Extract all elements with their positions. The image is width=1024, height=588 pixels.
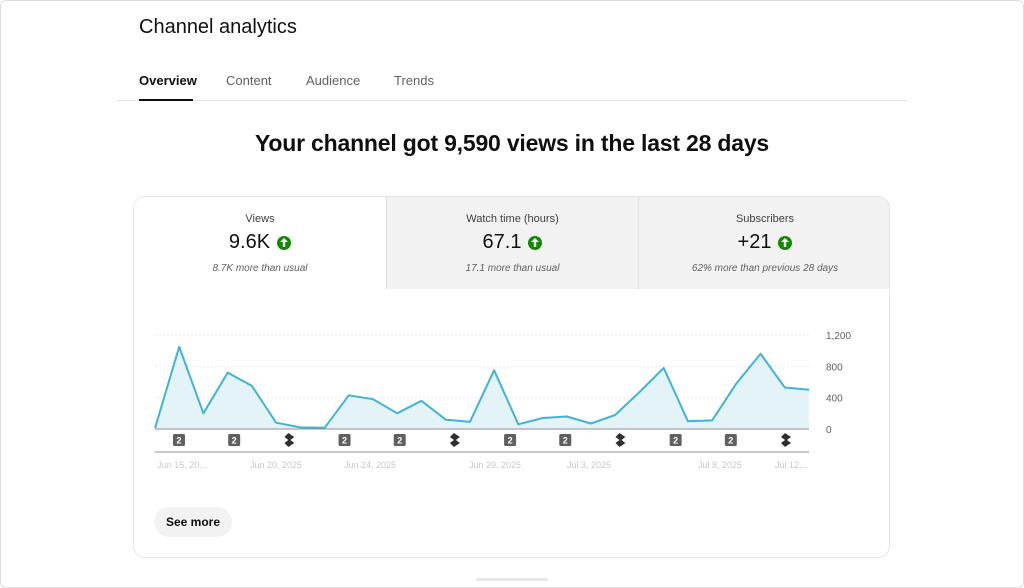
tab-audience[interactable]: Audience (306, 73, 360, 88)
metric-tab-subscribers[interactable]: Subscribers +21 62% more than previous 2… (638, 197, 889, 289)
x-tick-label: Jul 8, 2025 (698, 460, 742, 470)
tab-content[interactable]: Content (226, 73, 272, 88)
scroll-handle (476, 578, 548, 581)
metric-value: +21 (737, 231, 772, 253)
metric-tab-watch-time[interactable]: Watch time (hours) 67.1 17.1 more than u… (386, 197, 638, 289)
x-tick-label: Jul 3, 2025 (567, 460, 611, 470)
views-chart: 1,200 800 400 0 2 2 2 2 2 2 2 2 Jun 15, 20... Jun 20,… (134, 289, 889, 489)
x-tick-label: Jun 24, 2025 (344, 460, 396, 470)
y-tick-label: 0 (826, 425, 832, 436)
metric-value: 67.1 (482, 231, 522, 253)
video-count-label: 2 (728, 436, 733, 446)
video-count-label: 2 (342, 436, 347, 446)
x-tick-label: Jun 20, 2025 (250, 460, 302, 470)
x-tick-label: Jun 29, 2025 (469, 460, 521, 470)
up-arrow-icon (277, 235, 292, 250)
y-tick-label: 800 (826, 362, 843, 373)
tab-bar: Overview Content Audience Trends (116, 70, 908, 101)
summary-headline: Your channel got 9,590 views in the last… (254, 130, 770, 156)
x-tick-label: Jul 12,... (775, 460, 809, 470)
page-title: Channel analytics (139, 16, 297, 38)
active-tab-indicator (139, 99, 193, 101)
analytics-card: Views 9.6K 8.7K more than usual Watch ti… (133, 196, 890, 558)
metric-comparison: 8.7K more than usual (212, 263, 308, 274)
metric-tab-views[interactable]: Views 9.6K 8.7K more than usual (134, 197, 386, 289)
video-count-label: 2 (508, 436, 513, 446)
shorts-icon (615, 433, 626, 447)
y-tick-label: 1,200 (826, 331, 851, 342)
video-count-label: 2 (232, 436, 237, 446)
shorts-icon (284, 433, 295, 447)
see-more-button[interactable]: See more (154, 507, 232, 537)
metric-comparison: 17.1 more than usual (465, 263, 560, 274)
video-count-label: 2 (397, 436, 402, 446)
metric-value: 9.6K (228, 231, 271, 253)
tab-trends[interactable]: Trends (394, 73, 434, 88)
metric-label: Subscribers (735, 213, 795, 225)
metric-label: Views (245, 213, 275, 225)
y-tick-label: 400 (826, 394, 843, 405)
tab-overview[interactable]: Overview (139, 73, 197, 88)
video-count-label: 2 (176, 436, 181, 446)
up-arrow-icon (528, 235, 543, 250)
metric-label: Watch time (hours) (466, 213, 559, 225)
views-chart-svg: 1,200 800 400 0 2 2 2 2 2 2 2 2 Jun 15, 20... Jun 20,… (154, 331, 851, 470)
video-count-label: 2 (673, 436, 678, 446)
shorts-icon (449, 433, 460, 447)
shorts-icon (781, 433, 791, 447)
x-tick-label: Jun 15, 20... (157, 460, 207, 470)
video-count-label: 2 (563, 436, 568, 446)
metric-comparison: 62% more than previous 28 days (691, 263, 839, 274)
up-arrow-icon (778, 235, 793, 250)
